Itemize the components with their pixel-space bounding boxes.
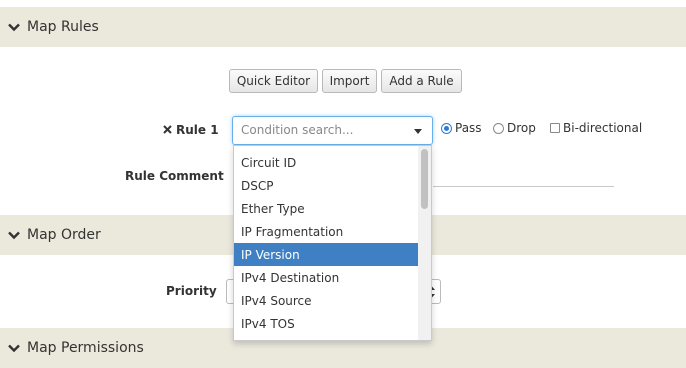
- bidirectional-label: Bi-directional: [563, 121, 643, 135]
- add-rule-button[interactable]: Add a Rule: [381, 69, 462, 93]
- dropdown-item[interactable]: IP Fragmentation: [234, 220, 418, 243]
- rule-label: Rule 1: [176, 123, 219, 137]
- condition-search-placeholder: Condition search...: [241, 123, 354, 137]
- chevron-down-icon: [8, 231, 20, 240]
- scrollbar-thumb[interactable]: [421, 149, 428, 209]
- drop-radio[interactable]: [493, 123, 504, 134]
- dropdown-item[interactable]: IPv4 Source: [234, 289, 418, 312]
- pass-radio[interactable]: [441, 123, 452, 134]
- dropdown-scrollbar[interactable]: [418, 146, 431, 340]
- condition-dropdown-list[interactable]: Circuit ID DSCP Ether Type IP Fragmentat…: [233, 145, 432, 341]
- dropdown-item[interactable]: Ether Type: [234, 197, 418, 220]
- dropdown-item[interactable]: IPv4 TOS: [234, 312, 418, 335]
- dropdown-item[interactable]: IPv4 Destination: [234, 266, 418, 289]
- drop-label: Drop: [507, 121, 536, 135]
- priority-label: Priority: [166, 284, 217, 298]
- rule-comment-label: Rule Comment: [125, 169, 224, 183]
- map-rules-title: Map Rules: [27, 19, 99, 35]
- rule-comment-input[interactable]: [433, 186, 614, 187]
- chevron-down-icon: [8, 23, 20, 32]
- caret-down-icon: [414, 129, 422, 134]
- map-order-title: Map Order: [27, 227, 101, 243]
- dropdown-item[interactable]: Circuit ID: [234, 151, 418, 174]
- map-permissions-title: Map Permissions: [27, 340, 144, 356]
- map-rules-header[interactable]: Map Rules: [0, 7, 686, 47]
- chevron-down-icon: [8, 344, 20, 353]
- quick-editor-button[interactable]: Quick Editor: [229, 69, 318, 93]
- import-button[interactable]: Import: [322, 69, 377, 93]
- condition-search-select[interactable]: Condition search...: [232, 116, 433, 145]
- bidirectional-checkbox[interactable]: [550, 123, 560, 133]
- dropdown-item-highlighted[interactable]: IP Version: [234, 243, 418, 266]
- dropdown-item[interactable]: DSCP: [234, 174, 418, 197]
- pass-label: Pass: [455, 121, 482, 135]
- remove-rule-icon[interactable]: [163, 125, 172, 134]
